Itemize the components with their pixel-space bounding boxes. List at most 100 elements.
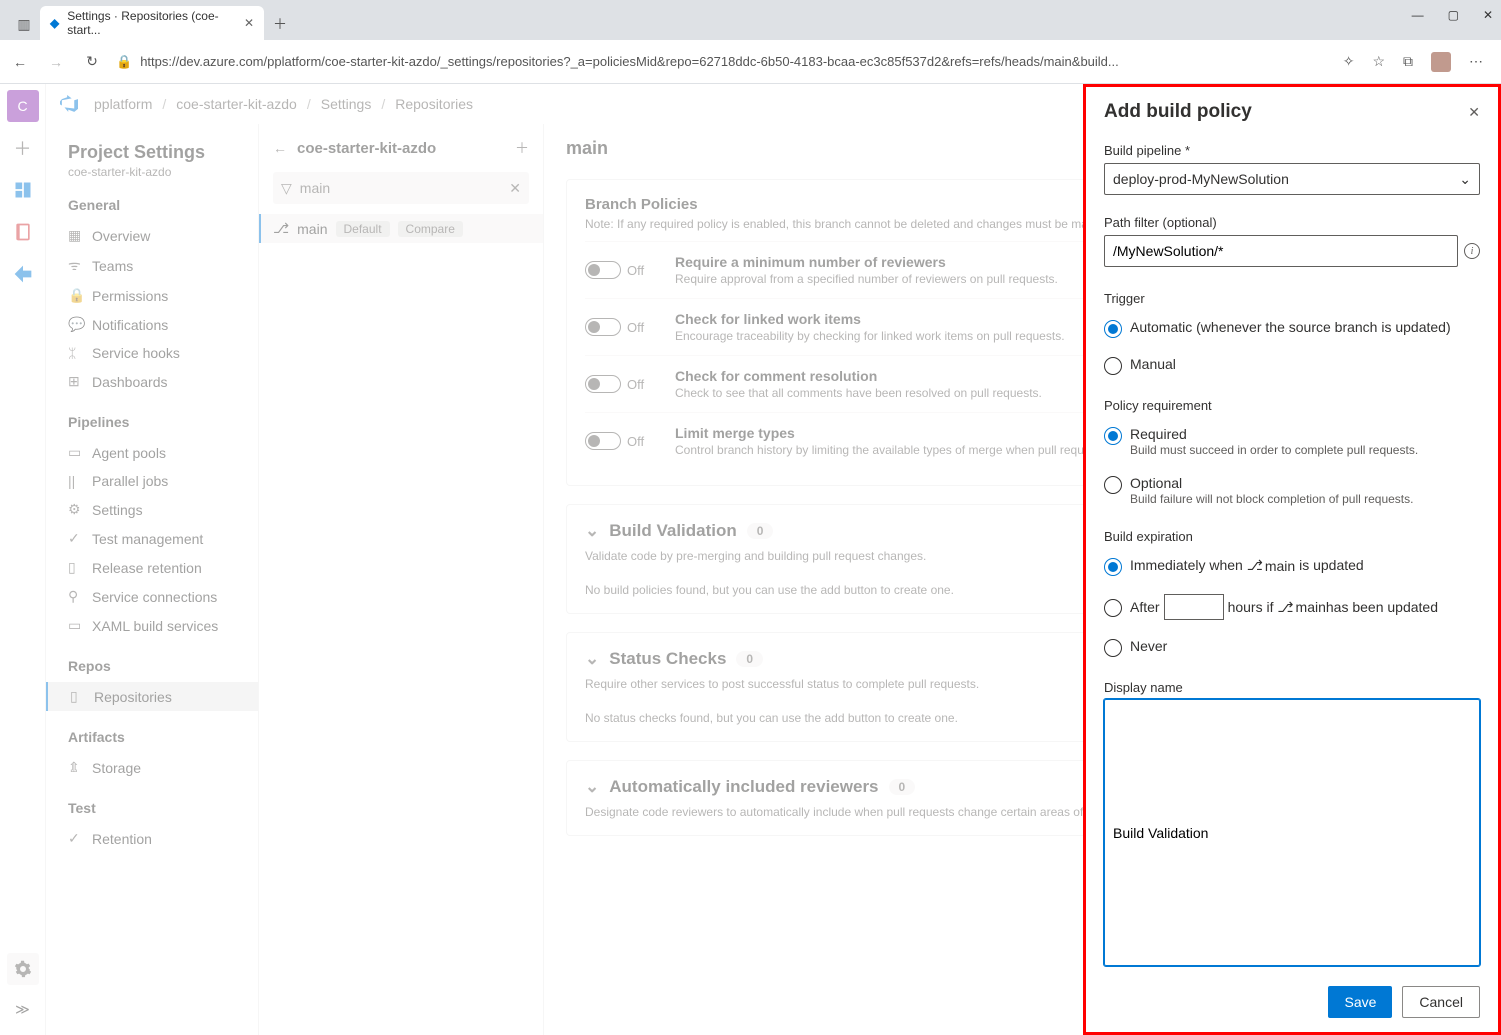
- branch-item-main[interactable]: ⎇ main Default Compare: [259, 214, 543, 243]
- chevron-down-icon[interactable]: ⌄: [585, 521, 599, 541]
- close-icon[interactable]: ✕: [1468, 104, 1480, 121]
- nav-notifications[interactable]: 💬Notifications: [68, 310, 244, 339]
- exp-never[interactable]: Never: [1104, 638, 1480, 657]
- tab-actions-icon[interactable]: ▥: [8, 8, 40, 40]
- tab-close-icon[interactable]: ✕: [244, 16, 254, 30]
- exp-immediately[interactable]: Immediately when ⎇ main is updated: [1104, 557, 1480, 576]
- window-close[interactable]: ✕: [1483, 8, 1493, 22]
- pipelines-icon[interactable]: [7, 258, 39, 290]
- nav-service-hooks[interactable]: ᛯService hooks: [68, 339, 244, 367]
- trigger-manual[interactable]: Manual: [1104, 356, 1480, 375]
- new-tab-button[interactable]: ＋: [264, 8, 296, 40]
- page-subtitle: coe-starter-kit-azdo: [68, 165, 244, 179]
- pipeline-label: Build pipeline *: [1104, 143, 1480, 158]
- nav-back-icon[interactable]: ←: [8, 54, 32, 70]
- rail-expand-icon[interactable]: ≫: [7, 993, 39, 1025]
- window-minimize[interactable]: —: [1412, 8, 1424, 22]
- nav-release-retention[interactable]: ▯Release retention: [68, 553, 244, 582]
- toggle[interactable]: [585, 318, 621, 336]
- nav-teams[interactable]: ᯤTeams: [68, 250, 244, 281]
- filter-icon: ▽: [281, 180, 292, 197]
- browser-menu-icon[interactable]: ⋯: [1469, 53, 1483, 70]
- settings-group-general: General: [68, 197, 244, 213]
- nav-dashboards[interactable]: ⊞Dashboards: [68, 367, 244, 396]
- collections-icon[interactable]: ⧉: [1403, 53, 1413, 70]
- policy-optional[interactable]: Optional Build failure will not block co…: [1104, 475, 1480, 506]
- settings-nav: Project Settings coe-starter-kit-azdo Ge…: [46, 124, 258, 1035]
- cancel-button[interactable]: Cancel: [1402, 986, 1480, 1018]
- nav-test-management[interactable]: ✓Test management: [68, 524, 244, 553]
- site-settings-icon[interactable]: ✧: [1343, 53, 1355, 70]
- hours-input[interactable]: [1164, 594, 1224, 620]
- policy-req-label: Policy requirement: [1104, 398, 1480, 413]
- breadcrumb-area[interactable]: Settings: [311, 96, 382, 112]
- trigger-automatic[interactable]: Automatic (whenever the source branch is…: [1104, 319, 1480, 338]
- nav-xaml-build[interactable]: ▭XAML build services: [68, 611, 244, 640]
- toggle[interactable]: [585, 432, 621, 450]
- toggle[interactable]: [585, 375, 621, 393]
- lock-icon: 🔒: [116, 54, 132, 70]
- browser-tab[interactable]: ◆ Settings · Repositories (coe-start... …: [40, 6, 264, 40]
- nav-retention[interactable]: ✓Retention: [68, 824, 244, 853]
- nav-refresh-icon[interactable]: ↻: [80, 53, 104, 70]
- branch-name: main: [297, 221, 327, 237]
- hooks-icon: ᛯ: [68, 345, 82, 361]
- save-button[interactable]: Save: [1328, 986, 1392, 1018]
- storage-icon: ⇭: [68, 759, 82, 776]
- radio-icon: [1104, 599, 1122, 617]
- tab-title: Settings · Repositories (coe-start...: [67, 9, 236, 37]
- chevron-down-icon[interactable]: ⌄: [585, 777, 599, 797]
- clear-filter-icon[interactable]: ✕: [509, 180, 521, 197]
- nav-pipelines-settings[interactable]: ⚙Settings: [68, 495, 244, 524]
- radio-icon: [1104, 476, 1122, 494]
- toggle[interactable]: [585, 261, 621, 279]
- nav-overview[interactable]: ▦Overview: [68, 221, 244, 250]
- repo-name: coe-starter-kit-azdo: [297, 140, 505, 157]
- lock-icon: 🔒: [68, 287, 82, 304]
- settings-group-artifacts: Artifacts: [68, 729, 244, 745]
- nav-agent-pools[interactable]: ▭Agent pools: [68, 438, 244, 467]
- branch-icon: ⎇ main: [1274, 599, 1326, 616]
- azure-devops-logo-icon[interactable]: [54, 95, 84, 113]
- settings-group-repos: Repos: [68, 658, 244, 674]
- retention-icon: ✓: [68, 830, 82, 847]
- breadcrumb-org[interactable]: pplatform: [84, 96, 162, 112]
- url-text: https://dev.azure.com/pplatform/coe-star…: [140, 54, 1331, 69]
- chevron-down-icon[interactable]: ⌄: [585, 649, 599, 669]
- path-filter-input[interactable]: [1104, 235, 1458, 267]
- info-icon[interactable]: i: [1464, 243, 1480, 259]
- display-name-input[interactable]: [1104, 699, 1480, 966]
- boards-icon[interactable]: [7, 174, 39, 206]
- default-pill: Default: [336, 221, 390, 237]
- window-controls: — ▢ ✕: [1412, 8, 1493, 22]
- profile-avatar[interactable]: [1431, 52, 1451, 72]
- left-nav-rail: C ＋ ≫: [0, 84, 46, 1035]
- window-maximize[interactable]: ▢: [1448, 8, 1459, 22]
- nav-permissions[interactable]: 🔒Permissions: [68, 281, 244, 310]
- project-settings-icon[interactable]: [7, 953, 39, 985]
- nav-repositories[interactable]: ▯Repositories: [46, 682, 258, 711]
- add-icon[interactable]: ＋: [515, 138, 529, 158]
- policy-required[interactable]: Required Build must succeed in order to …: [1104, 426, 1480, 457]
- project-avatar[interactable]: C: [7, 90, 39, 122]
- panel-title: Add build policy: [1104, 101, 1252, 123]
- branch-filter-input[interactable]: ▽ main ✕: [273, 172, 529, 204]
- breadcrumb-page[interactable]: Repositories: [385, 96, 483, 112]
- nav-service-connections[interactable]: ⚲Service connections: [68, 582, 244, 611]
- exp-after-hours[interactable]: After hours if ⎇ main has been updated: [1104, 594, 1480, 620]
- overview-icon: ▦: [68, 227, 82, 244]
- browser-toolbar: ← → ↻ 🔒 https://dev.azure.com/pplatform/…: [0, 40, 1501, 84]
- retention-icon: ▯: [68, 559, 82, 576]
- trigger-label: Trigger: [1104, 291, 1480, 306]
- breadcrumb-project[interactable]: coe-starter-kit-azdo: [166, 96, 307, 112]
- nav-storage[interactable]: ⇭Storage: [68, 753, 244, 782]
- favorites-icon[interactable]: ☆: [1372, 53, 1385, 70]
- nav-parallel-jobs[interactable]: ||Parallel jobs: [68, 467, 244, 495]
- rail-add-icon[interactable]: ＋: [7, 132, 39, 164]
- count-badge: 0: [747, 523, 774, 539]
- pipeline-select[interactable]: deploy-prod-MyNewSolution ⌄: [1104, 163, 1480, 195]
- address-bar[interactable]: 🔒 https://dev.azure.com/pplatform/coe-st…: [116, 54, 1331, 70]
- back-icon[interactable]: ←: [273, 140, 287, 156]
- repos-icon[interactable]: [7, 216, 39, 248]
- radio-icon: [1104, 558, 1122, 576]
